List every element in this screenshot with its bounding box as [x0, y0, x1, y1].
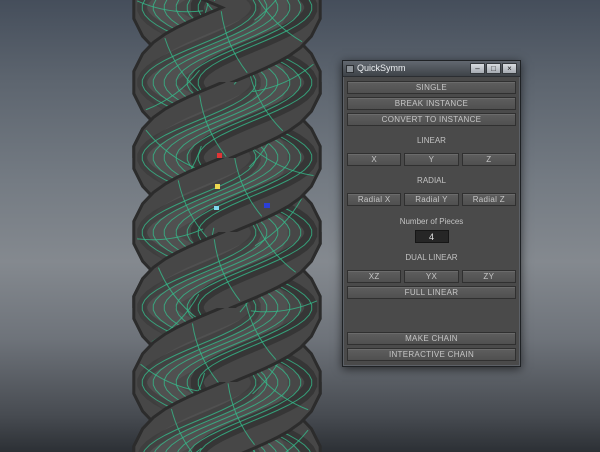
- radial-x-button[interactable]: Radial X: [347, 193, 401, 206]
- quicksymm-window: QuickSymm – □ × SINGLE BREAK INSTANCE CO…: [342, 60, 521, 367]
- radial-z-button[interactable]: Radial Z: [462, 193, 516, 206]
- radial-axis-row: Radial X Radial Y Radial Z: [347, 193, 516, 206]
- dual-xz-button[interactable]: XZ: [347, 270, 401, 283]
- window-body: SINGLE BREAK INSTANCE CONVERT TO INSTANC…: [343, 77, 520, 366]
- interactive-chain-button[interactable]: INTERACTIVE CHAIN: [347, 348, 516, 361]
- dual-zy-button[interactable]: ZY: [462, 270, 516, 283]
- minimize-button-icon[interactable]: –: [470, 63, 485, 74]
- radial-label: RADIAL: [347, 177, 516, 186]
- dual-linear-label: DUAL LINEAR: [347, 254, 516, 263]
- dual-yx-button[interactable]: YX: [404, 270, 458, 283]
- linear-label: LINEAR: [347, 137, 516, 146]
- single-button[interactable]: SINGLE: [347, 81, 516, 94]
- convert-to-instance-button[interactable]: CONVERT TO INSTANCE: [347, 113, 516, 126]
- manipulator-handle-cyan[interactable]: [214, 206, 219, 210]
- titlebar[interactable]: QuickSymm – □ ×: [343, 61, 520, 77]
- maya-viewport[interactable]: QuickSymm – □ × SINGLE BREAK INSTANCE CO…: [0, 0, 600, 452]
- break-instance-button[interactable]: BREAK INSTANCE: [347, 97, 516, 110]
- radial-y-button[interactable]: Radial Y: [404, 193, 458, 206]
- full-linear-button[interactable]: FULL LINEAR: [347, 286, 516, 299]
- number-of-pieces-label: Number of Pieces: [347, 218, 516, 227]
- maximize-button-icon[interactable]: □: [486, 63, 501, 74]
- make-chain-button[interactable]: MAKE CHAIN: [347, 332, 516, 345]
- manipulator-handle-red[interactable]: [217, 153, 222, 158]
- dual-linear-row: XZ YX ZY: [347, 270, 516, 283]
- linear-z-button[interactable]: Z: [462, 153, 516, 166]
- pieces-input[interactable]: [415, 230, 449, 243]
- caption-buttons: – □ ×: [470, 63, 517, 74]
- linear-axis-row: X Y Z: [347, 153, 516, 166]
- pieces-field-row: [347, 230, 516, 243]
- linear-y-button[interactable]: Y: [404, 153, 458, 166]
- window-title: QuickSymm: [357, 64, 467, 74]
- manipulator-handle-yellow[interactable]: [215, 184, 220, 189]
- linear-x-button[interactable]: X: [347, 153, 401, 166]
- manipulator-handle-blue[interactable]: [264, 203, 270, 208]
- app-icon: [346, 65, 354, 73]
- close-button-icon[interactable]: ×: [502, 63, 517, 74]
